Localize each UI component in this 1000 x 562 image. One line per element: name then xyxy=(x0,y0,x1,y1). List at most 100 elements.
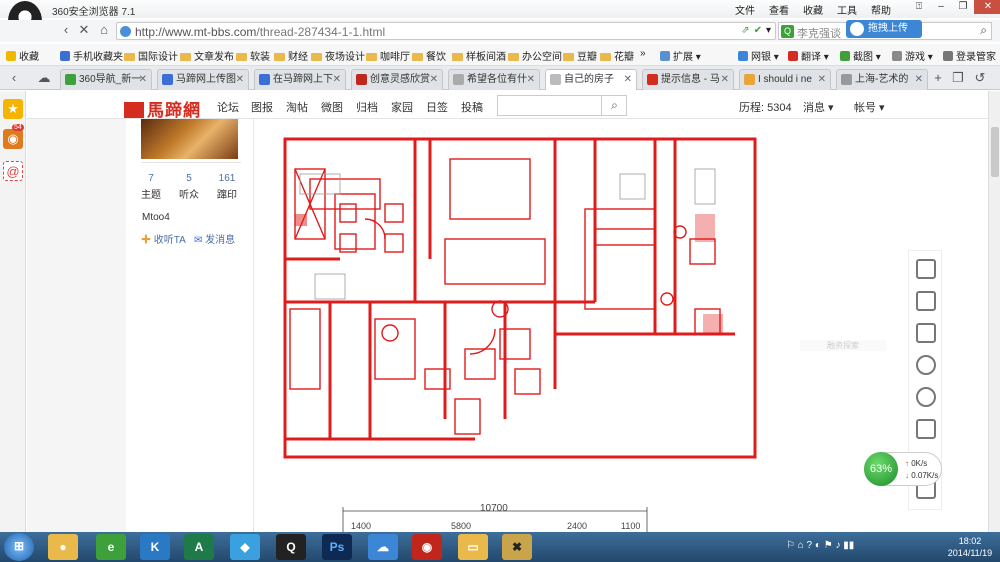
extensions-button[interactable]: 扩展 ▾ xyxy=(660,48,701,63)
menu-view[interactable]: 查看 xyxy=(769,2,789,17)
taskbar-browser-icon[interactable]: e xyxy=(96,534,126,560)
bank-button[interactable]: 网银 ▾ xyxy=(738,48,779,63)
bookmark-folder[interactable]: 豆瓣 xyxy=(563,48,597,63)
maximize-button[interactable]: ❐ xyxy=(952,0,974,14)
taskbar-photoshop-icon[interactable]: Ps xyxy=(322,534,352,560)
history-counter[interactable]: 历程: 5304 xyxy=(739,99,792,115)
tab-upload[interactable]: 马蹄网上传图 ✕ xyxy=(157,69,249,90)
tab-close-icon[interactable]: ✕ xyxy=(236,70,244,89)
search-engine-icon[interactable]: Q xyxy=(781,25,794,38)
bookmark-folder[interactable]: 样板间酒 xyxy=(452,48,506,63)
games-button[interactable]: 游戏 ▾ xyxy=(892,48,933,63)
comment-icon[interactable] xyxy=(916,259,936,279)
menu-help[interactable]: 帮助 xyxy=(871,2,891,17)
bookmark-more[interactable]: » xyxy=(640,48,646,59)
message-button[interactable]: ✉ 发消息 xyxy=(194,231,235,246)
bookmark-mobile[interactable]: 手机收藏夹 xyxy=(60,48,123,63)
start-button[interactable]: ⊞ xyxy=(4,533,34,561)
search-icon[interactable]: ⌕ xyxy=(980,23,987,38)
taskbar-app-icon[interactable]: ● xyxy=(48,534,78,560)
restore-tabs-icon[interactable]: ❐ xyxy=(950,70,966,86)
tab-shanghai[interactable]: 上海-艺术的 ✕ xyxy=(836,69,928,90)
tab-download[interactable]: 在马蹄网上下 ✕ xyxy=(254,69,346,90)
tray-icons[interactable]: ⚐ ⌂ ? ◐ ⚑ ♪ ▮▮ xyxy=(786,540,854,551)
taskbar-cloud-icon[interactable]: ☁ xyxy=(368,534,398,560)
close-button[interactable]: ✕ xyxy=(974,0,1000,14)
taskbar-game-icon[interactable]: ✖ xyxy=(502,534,532,560)
translate-button[interactable]: 翻译 ▾ xyxy=(788,48,829,63)
tab-close-icon[interactable]: ✕ xyxy=(721,70,729,89)
stat-listeners-count[interactable]: 5 xyxy=(174,173,204,184)
stat-marks-count[interactable]: 161 xyxy=(212,173,242,184)
bookmark-folder[interactable]: 办公空间 xyxy=(508,48,562,63)
floor-plan-image[interactable]: 10700 1400 5800 2400 1100 xyxy=(255,119,895,532)
dropdown-icon[interactable]: ▾ xyxy=(766,25,771,36)
nav-archive[interactable]: 归档 xyxy=(356,99,378,115)
tab-close-icon[interactable]: ✕ xyxy=(139,70,147,89)
tab-close-icon[interactable]: ✕ xyxy=(430,70,438,89)
tab-360nav[interactable]: 360导航_新一 ✕ xyxy=(60,69,152,90)
menu-file[interactable]: 文件 xyxy=(735,2,755,17)
account-menu[interactable]: 帐号 ▾ xyxy=(854,99,885,115)
share-icon[interactable]: ⇗ xyxy=(741,25,749,36)
scrollbar-thumb[interactable] xyxy=(991,127,999,177)
upload-button[interactable]: 拖拽上传 xyxy=(846,20,922,38)
tab-close-icon[interactable]: ✕ xyxy=(915,70,923,89)
bookmark-folder[interactable]: 夜场设计 xyxy=(311,48,365,63)
cloud-tab-icon[interactable]: ☁ xyxy=(36,70,52,86)
new-tab-icon[interactable]: + xyxy=(930,70,946,86)
tab-inspiration[interactable]: 创意灵感欣赏 ✕ xyxy=(351,69,443,90)
tab-notice[interactable]: 提示信息 - 马 ✕ xyxy=(642,69,734,90)
avatar[interactable] xyxy=(141,119,238,159)
nav-forum[interactable]: 论坛 xyxy=(217,99,239,115)
stat-topics-count[interactable]: 7 xyxy=(136,173,166,184)
username[interactable]: Mtoo4 xyxy=(142,212,170,223)
taskbar-autocad-icon[interactable]: A xyxy=(184,534,214,560)
star-icon[interactable]: ★ xyxy=(3,99,23,119)
back-icon[interactable]: ‹ xyxy=(58,22,74,38)
bookmark-folder[interactable]: 咖啡厅 xyxy=(366,48,410,63)
nav-picreport[interactable]: 图报 xyxy=(251,99,273,115)
undo-close-icon[interactable]: ↺ xyxy=(972,70,988,86)
site-logo[interactable]: 馬蹄網 xyxy=(124,96,201,121)
tab-close-icon[interactable]: ✕ xyxy=(818,70,826,89)
weibo-icon[interactable]: ◉ xyxy=(3,129,23,149)
taskbar-folder-icon[interactable]: ▭ xyxy=(458,534,488,560)
messages-menu[interactable]: 消息 ▾ xyxy=(803,99,834,115)
site-search-button[interactable]: ⌕ xyxy=(601,95,627,116)
stop-icon[interactable]: ✕ xyxy=(76,22,92,38)
bookmark-folder[interactable]: 餐饮 xyxy=(412,48,446,63)
screenshot-button[interactable]: 截图 ▾ xyxy=(840,48,881,63)
nav-micropic[interactable]: 微图 xyxy=(321,99,343,115)
taskbar-k-icon[interactable]: K xyxy=(140,534,170,560)
bookmark-folder[interactable]: 国际设计 xyxy=(124,48,178,63)
mail-icon[interactable]: @ xyxy=(3,161,23,181)
tab-close-icon[interactable]: ✕ xyxy=(624,70,632,89)
tab-own-house[interactable]: 自己的房子 ✕ xyxy=(545,69,637,90)
bookmark-folder[interactable]: 文章发布 xyxy=(180,48,234,63)
book-icon[interactable] xyxy=(916,291,936,311)
system-clock[interactable]: 18:02 2014/11/19 xyxy=(940,535,1000,559)
memory-percent[interactable]: 63% xyxy=(864,452,898,486)
taskbar-bird-icon[interactable]: ◆ xyxy=(230,534,260,560)
tab-should[interactable]: I should i ne ✕ xyxy=(739,69,831,90)
nav-daysign[interactable]: 日签 xyxy=(426,99,448,115)
bookmark-folder[interactable]: 花瓣 xyxy=(600,48,634,63)
chat-icon[interactable] xyxy=(916,387,936,407)
minimize-button[interactable]: – xyxy=(930,0,952,14)
skin-button[interactable]: ⍐ xyxy=(908,0,930,14)
bookmark-folder[interactable]: 软装 xyxy=(236,48,270,63)
tab-hope[interactable]: 希望各位有什 ✕ xyxy=(448,69,540,90)
nav-taotie[interactable]: 淘帖 xyxy=(286,99,308,115)
tab-close-icon[interactable]: ✕ xyxy=(333,70,341,89)
login-manager-button[interactable]: 登录管家 xyxy=(943,48,996,63)
menu-tools[interactable]: 工具 xyxy=(837,2,857,17)
nav-home[interactable]: 家园 xyxy=(391,99,413,115)
nav-submit[interactable]: 投稿 xyxy=(461,99,483,115)
tab-scroll-left-icon[interactable]: ‹ xyxy=(6,70,22,86)
tab-close-icon[interactable]: ✕ xyxy=(527,70,535,89)
menu-favorites[interactable]: 收藏 xyxy=(803,2,823,17)
bookmark-folder[interactable]: 财经 xyxy=(274,48,308,63)
home-icon[interactable]: ⌂ xyxy=(96,22,112,38)
network-speed-widget[interactable]: 63% ↑ 0K/s ↓ 0.07K/s xyxy=(864,452,942,486)
